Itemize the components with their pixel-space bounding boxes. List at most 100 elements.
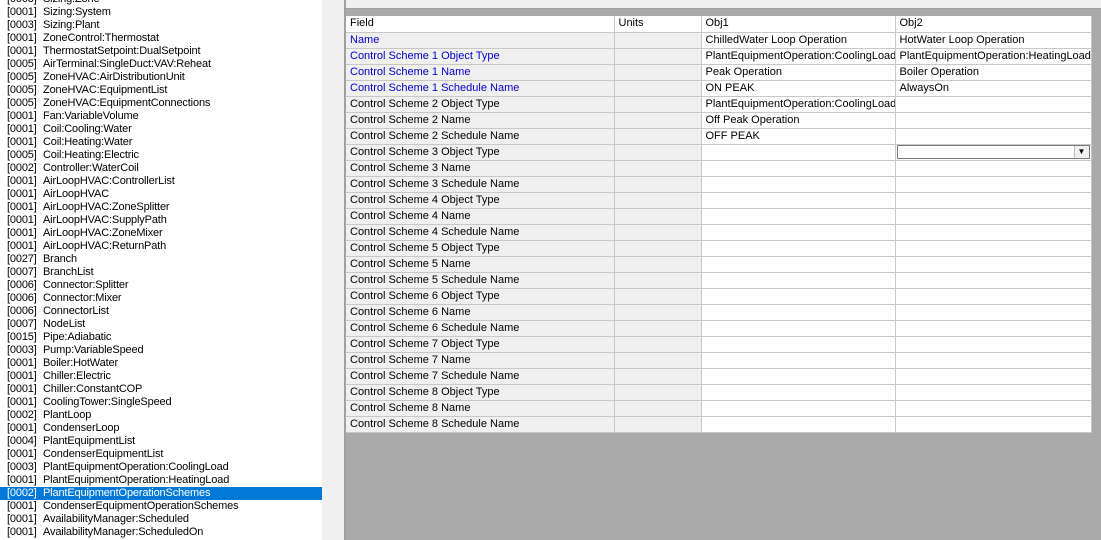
splitter[interactable] — [322, 0, 344, 540]
obj2-value-dropdown-cell[interactable]: ▼ — [895, 144, 1092, 161]
class-list-item[interactable]: [0004] PlantEquipmentList — [0, 435, 322, 448]
class-list-item[interactable]: [0007] NodeList — [0, 318, 322, 331]
class-list-item[interactable]: [0001] AirLoopHVAC:ZoneSplitter — [0, 201, 322, 214]
obj1-value-cell[interactable] — [701, 272, 896, 289]
obj1-value-cell[interactable] — [701, 368, 896, 385]
class-list[interactable]: [0003]Sizing:Zone[0001]Sizing:System[000… — [0, 0, 322, 540]
obj2-value-cell[interactable] — [895, 160, 1092, 177]
class-list-item[interactable]: [0001] AirLoopHVAC:ZoneMixer — [0, 227, 322, 240]
obj1-value-cell[interactable]: ON PEAK — [701, 80, 896, 97]
units-column-header[interactable]: Units — [614, 16, 702, 33]
class-list-item[interactable]: [0015] Pipe:Adiabatic — [0, 331, 322, 344]
class-list-item[interactable]: [0006] Connector:Splitter — [0, 279, 322, 292]
obj1-value-cell[interactable]: PlantEquipmentOperation:CoolingLoad — [701, 96, 896, 113]
obj2-value-cell[interactable] — [895, 192, 1092, 209]
class-list-item[interactable]: [0002] PlantEquipmentOperationSchemes — [0, 487, 322, 500]
obj2-column-header[interactable]: Obj2 — [895, 16, 1092, 33]
class-list-item[interactable]: [0003] PlantEquipmentOperation:CoolingLoa… — [0, 461, 322, 474]
class-list-item[interactable]: [0001] AirLoopHVAC — [0, 188, 322, 201]
obj2-value-cell[interactable]: Boiler Operation — [895, 64, 1092, 81]
obj1-value-cell[interactable]: Peak Operation — [701, 64, 896, 81]
obj1-value-cell[interactable] — [701, 240, 896, 257]
object-type-dropdown[interactable]: ▼ — [896, 145, 1090, 159]
obj2-value-cell[interactable] — [895, 272, 1092, 289]
class-list-item[interactable]: [0001] Fan:VariableVolume — [0, 110, 322, 123]
obj2-value-cell[interactable] — [895, 128, 1092, 145]
obj2-value-cell[interactable]: AlwaysOn — [895, 80, 1092, 97]
obj2-value-cell[interactable] — [895, 288, 1092, 305]
obj1-value-cell[interactable] — [701, 224, 896, 241]
class-list-item[interactable]: [0006] ConnectorList — [0, 305, 322, 318]
class-count: [0003] — [7, 19, 37, 31]
obj2-value-cell[interactable] — [895, 112, 1092, 129]
class-list-item[interactable]: [0001] CondenserEquipmentOperationSchemes — [0, 500, 322, 513]
class-list-item[interactable]: [0001] CoolingTower:SingleSpeed — [0, 396, 322, 409]
class-list-item[interactable]: [0001] PlantEquipmentOperation:HeatingLoa… — [0, 474, 322, 487]
class-list-item[interactable]: [0003] Pump:VariableSpeed — [0, 344, 322, 357]
obj2-value-cell[interactable] — [895, 208, 1092, 225]
obj2-value-cell[interactable]: PlantEquipmentOperation:HeatingLoad — [895, 48, 1092, 65]
obj1-value-cell[interactable] — [701, 144, 896, 161]
class-list-item[interactable]: [0001] AirLoopHVAC:ControllerList — [0, 175, 322, 188]
obj1-value-cell[interactable] — [701, 320, 896, 337]
obj2-value-cell[interactable] — [895, 352, 1092, 369]
class-list-item[interactable]: [0001] Sizing:System — [0, 6, 322, 19]
class-list-item[interactable]: [0001] Coil:Heating:Water — [0, 136, 322, 149]
chevron-down-icon[interactable]: ▼ — [1073, 146, 1089, 158]
class-list-item[interactable]: [0005] ZoneHVAC:EquipmentConnections — [0, 97, 322, 110]
obj1-value-cell[interactable] — [701, 288, 896, 305]
obj1-value-cell[interactable] — [701, 416, 896, 433]
class-list-item[interactable]: [0001] AvailabilityManager:ScheduledOn — [0, 526, 322, 539]
class-list-item[interactable]: [0002] PlantLoop — [0, 409, 322, 422]
class-list-item[interactable]: [0005] Coil:Heating:Electric — [0, 149, 322, 162]
class-list-item[interactable]: [0005] AirTerminal:SingleDuct:VAV:Reheat — [0, 58, 322, 71]
obj1-value-cell[interactable] — [701, 160, 896, 177]
class-list-item[interactable]: [0001] ZoneControl:Thermostat — [0, 32, 322, 45]
obj2-value-cell[interactable] — [895, 384, 1092, 401]
class-list-item[interactable]: [0001] CondenserLoop — [0, 422, 322, 435]
obj2-value-cell[interactable] — [895, 224, 1092, 241]
obj2-value-cell[interactable]: HotWater Loop Operation — [895, 32, 1092, 49]
class-list-item[interactable]: [0007] BranchList — [0, 266, 322, 279]
obj1-value-cell[interactable] — [701, 400, 896, 417]
class-list-item[interactable]: [0002] Controller:WaterCoil — [0, 162, 322, 175]
obj2-value-cell[interactable] — [895, 400, 1092, 417]
obj1-value-cell[interactable]: PlantEquipmentOperation:CoolingLoad — [701, 48, 896, 65]
obj1-value-cell[interactable] — [701, 304, 896, 321]
obj1-value-cell[interactable] — [701, 192, 896, 209]
obj2-value-cell[interactable] — [895, 304, 1092, 321]
obj2-value-cell[interactable] — [895, 336, 1092, 353]
class-list-item[interactable]: [0001] Chiller:Electric — [0, 370, 322, 383]
obj1-value-cell[interactable]: ChilledWater Loop Operation — [701, 32, 896, 49]
class-list-item[interactable]: [0001] AirLoopHVAC:SupplyPath — [0, 214, 322, 227]
class-list-item[interactable]: [0003] Sizing:Plant — [0, 19, 322, 32]
class-list-item[interactable]: [0006] Connector:Mixer — [0, 292, 322, 305]
obj1-value-cell[interactable] — [701, 384, 896, 401]
obj1-value-cell[interactable]: OFF PEAK — [701, 128, 896, 145]
class-list-item[interactable]: [0001] CondenserEquipmentList — [0, 448, 322, 461]
obj2-value-cell[interactable] — [895, 240, 1092, 257]
obj1-value-cell[interactable] — [701, 176, 896, 193]
obj1-value-cell[interactable] — [701, 256, 896, 273]
class-list-item[interactable]: [0001] Coil:Cooling:Water — [0, 123, 322, 136]
class-list-item[interactable]: [0001] AvailabilityManager:Scheduled — [0, 513, 322, 526]
obj2-value-cell[interactable] — [895, 416, 1092, 433]
class-list-item[interactable]: [0001] Chiller:ConstantCOP — [0, 383, 322, 396]
obj1-value-cell[interactable] — [701, 208, 896, 225]
obj1-value-cell[interactable]: Off Peak Operation — [701, 112, 896, 129]
class-list-item[interactable]: [0001] ThermostatSetpoint:DualSetpoint — [0, 45, 322, 58]
class-list-item[interactable]: [0001] Boiler:HotWater — [0, 357, 322, 370]
obj2-value-cell[interactable] — [895, 368, 1092, 385]
obj2-value-cell[interactable] — [895, 256, 1092, 273]
obj1-column-header[interactable]: Obj1 — [701, 16, 896, 33]
class-list-item[interactable]: [0027] Branch — [0, 253, 322, 266]
obj2-value-cell[interactable] — [895, 176, 1092, 193]
class-list-item[interactable]: [0001] AirLoopHVAC:ReturnPath — [0, 240, 322, 253]
field-column-header[interactable]: Field — [346, 16, 615, 33]
obj1-value-cell[interactable] — [701, 336, 896, 353]
obj2-value-cell[interactable] — [895, 320, 1092, 337]
class-list-item[interactable]: [0005] ZoneHVAC:AirDistributionUnit — [0, 71, 322, 84]
obj2-value-cell[interactable] — [895, 96, 1092, 113]
class-list-item[interactable]: [0005] ZoneHVAC:EquipmentList — [0, 84, 322, 97]
obj1-value-cell[interactable] — [701, 352, 896, 369]
